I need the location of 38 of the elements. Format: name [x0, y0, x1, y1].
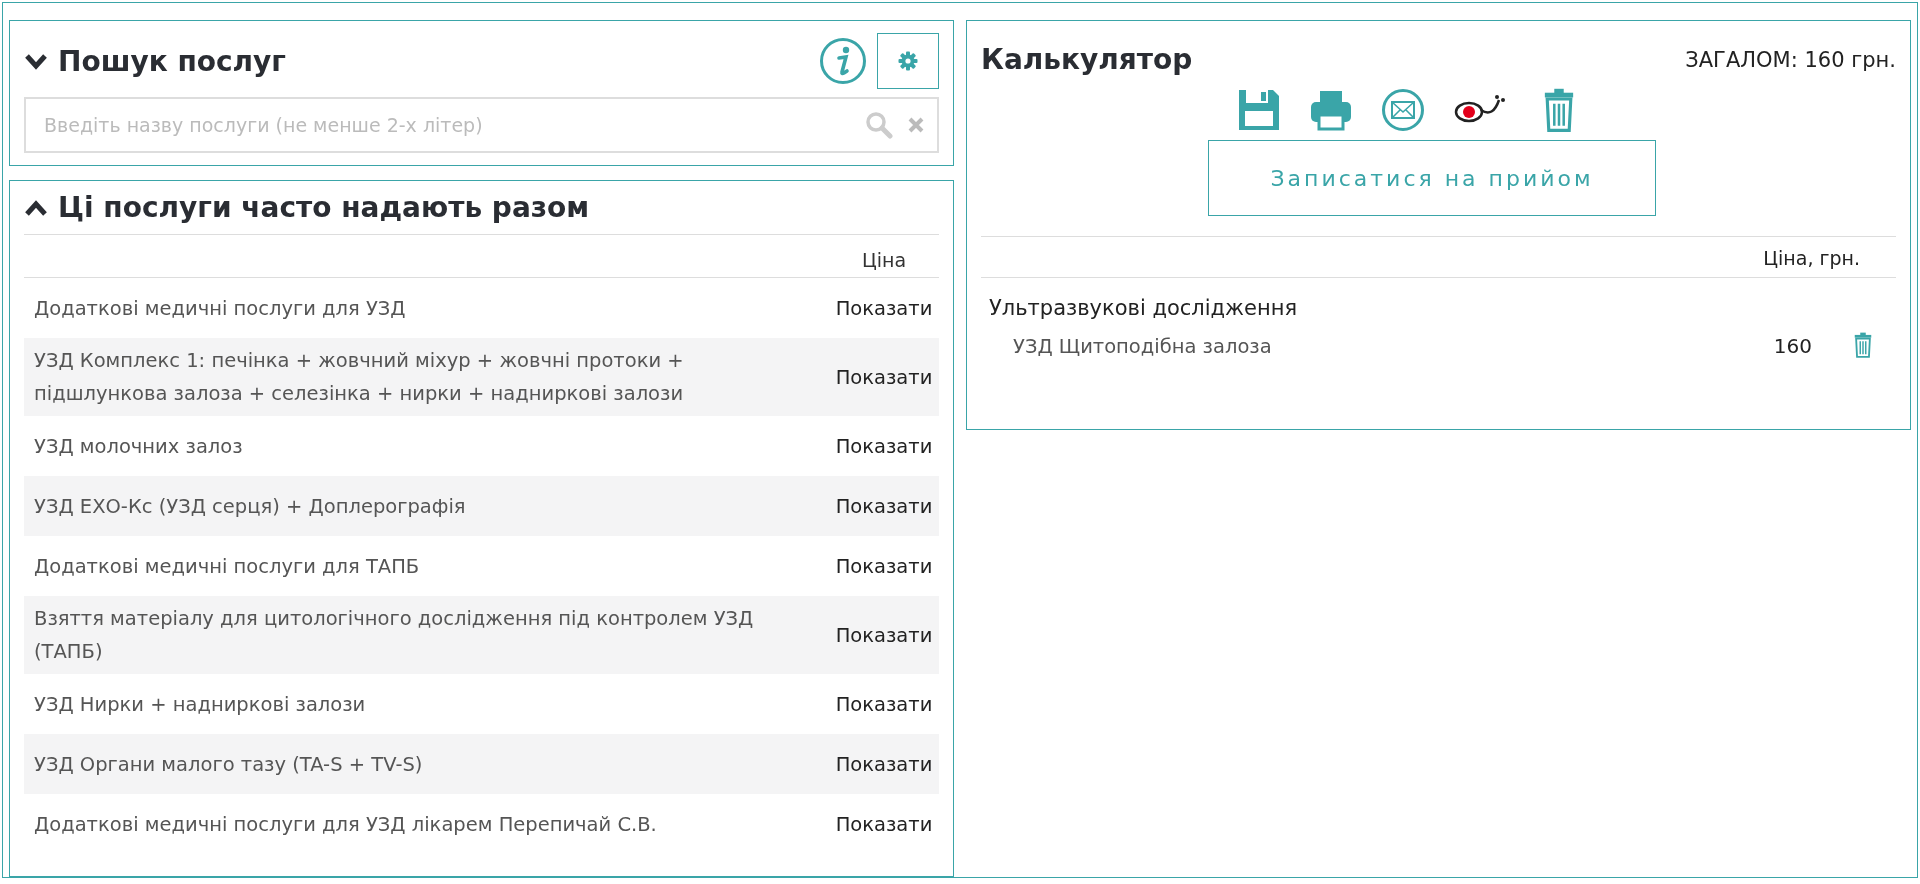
settings-icon — [898, 51, 918, 71]
show-price-link[interactable]: Показати — [829, 365, 939, 389]
show-price-link[interactable]: Показати — [829, 752, 939, 776]
show-price-link[interactable]: Показати — [829, 554, 939, 578]
email-icon[interactable] — [1380, 88, 1425, 132]
service-name: УЗД Комплекс 1: печінка + жовчний міхур + жовчні протоки + підшлункова залоза + селезінка + нирки + надниркові залози — [34, 348, 685, 407]
service-name: Додаткові медичні послуги для УЗД — [34, 295, 407, 322]
show-price-link[interactable]: Показати — [829, 812, 939, 836]
service-name: Взяття матеріалу для цитологічного дослідження під контролем УЗД (ТАПБ) — [34, 606, 755, 665]
show-price-link[interactable]: Показати — [829, 434, 939, 458]
panel-title: Пошук послуг — [58, 44, 286, 78]
info-icon[interactable] — [819, 37, 867, 85]
service-name: УЗД Нирки + надниркові залози — [34, 691, 367, 718]
close-icon[interactable] — [907, 116, 925, 134]
save-icon[interactable] — [1236, 88, 1281, 132]
show-price-link[interactable]: Показати — [829, 494, 939, 518]
show-price-link[interactable]: Показати — [829, 692, 939, 716]
column-header: Ціна, грн. — [1763, 247, 1860, 269]
service-name: Додаткові медичні послуги для ТАПБ — [34, 553, 421, 580]
print-icon[interactable] — [1308, 88, 1353, 132]
settings-button[interactable] — [877, 33, 939, 89]
show-price-link[interactable]: Показати — [829, 296, 939, 320]
chevron-up-icon[interactable] — [24, 198, 48, 217]
service-name: УЗД Органи малого тазу (TA-S + TV-S) — [34, 751, 424, 778]
category-heading: Ультразвукові дослідження — [988, 295, 1299, 322]
chevron-down-icon[interactable] — [24, 52, 48, 70]
search-field[interactable]: Введіть назву послуги (не менше 2-х літер) — [24, 97, 939, 153]
column-header: Ціна — [860, 249, 908, 271]
panel-title: Ці послуги часто надають разом — [58, 191, 590, 224]
search-icon[interactable] — [865, 111, 893, 139]
service-name: УЗД молочних залоз — [34, 433, 244, 460]
service-name: УЗД ЕХО-Кс (УЗД серця) + Доплерографія — [34, 493, 467, 520]
panel-title: Калькулятор — [981, 43, 1193, 76]
total-amount: ЗАГАЛОМ: 160 грн. — [1685, 47, 1896, 72]
service-name: Додаткові медичні послуги для УЗД лікарем Перепичай С.В. — [34, 811, 658, 838]
service-name: УЗД Щитоподібна залоза — [1013, 334, 1273, 358]
service-price: 160 — [1773, 334, 1812, 358]
show-price-link[interactable]: Показати — [829, 623, 939, 647]
